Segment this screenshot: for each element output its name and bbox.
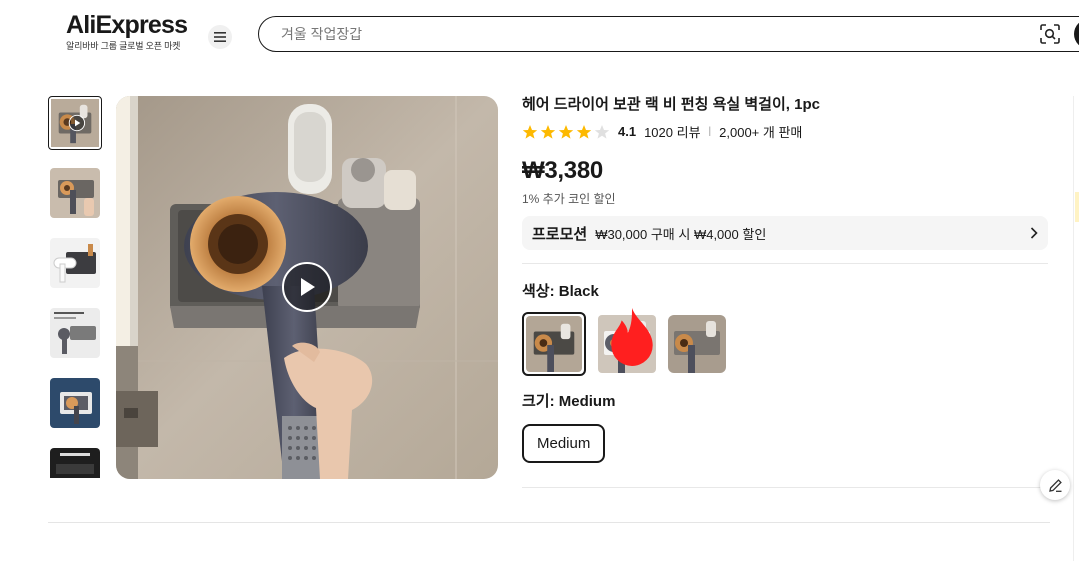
edit-button[interactable]	[1040, 470, 1070, 500]
color-label: 색상: Black	[522, 283, 599, 300]
color-swatches	[522, 308, 1048, 376]
thumbnail-6[interactable]	[50, 448, 100, 478]
product-price: ₩3,380	[522, 157, 603, 184]
divider	[522, 263, 1048, 264]
search-button[interactable]	[1074, 19, 1079, 49]
divider	[522, 487, 1048, 488]
color-swatch-gray[interactable]	[668, 315, 726, 373]
edit-icon	[1048, 478, 1062, 492]
thumbnail-3[interactable]	[50, 238, 100, 288]
thumbnail-video[interactable]	[48, 96, 102, 150]
thumbnail-image	[50, 448, 100, 478]
promotion-text: ₩30,000 구매 시 ₩4,000 할인	[595, 226, 767, 242]
thumbnail-image	[50, 238, 100, 288]
color-swatch-white[interactable]	[598, 308, 656, 373]
thumbnail-gallery	[48, 96, 102, 478]
rating-value: 4.1	[618, 124, 637, 139]
play-icon	[301, 278, 315, 296]
fire-icon	[611, 308, 653, 366]
size-label: 크기: Medium	[522, 393, 616, 410]
size-option-medium[interactable]: Medium	[522, 424, 606, 463]
star-icon	[522, 124, 538, 139]
thumbnail-image	[50, 308, 100, 358]
camera-search-icon[interactable]	[1040, 24, 1060, 44]
product-info: 헤어 드라이어 보관 랙 비 펀칭 욕실 벽걸이, 1pc 4.1 1020 리…	[522, 96, 1048, 488]
side-panel-edge	[1073, 96, 1079, 561]
thumbnail-image	[50, 168, 100, 218]
sold-count: 2,000+ 개 판매	[719, 125, 803, 140]
logo-subtitle: 알리바바 그룹 글로벌 오픈 마켓	[66, 41, 181, 51]
thumbnail-4[interactable]	[50, 308, 100, 358]
thumbnail-image	[51, 99, 99, 147]
star-icon	[558, 124, 574, 139]
thumbnail-2[interactable]	[50, 168, 100, 218]
menu-icon	[214, 32, 226, 42]
promotion-label: 프로모션	[532, 225, 588, 243]
star-icon	[576, 124, 592, 139]
coin-discount: 1% 추가 코인 할인	[522, 192, 616, 206]
thumbnail-5[interactable]	[50, 378, 100, 428]
rating-row: 4.1 1020 리뷰 | 2,000+ 개 판매	[522, 122, 1048, 141]
color-swatch-black[interactable]	[522, 312, 586, 376]
review-count[interactable]: 1020 리뷰	[644, 122, 700, 141]
swatch-image	[668, 315, 726, 373]
separator: |	[708, 126, 712, 137]
chevron-right-icon	[1030, 227, 1038, 239]
star-icon	[594, 124, 610, 139]
menu-button[interactable]	[208, 25, 232, 49]
swatch-image	[526, 316, 582, 372]
main-product-image[interactable]	[116, 96, 498, 479]
section-divider	[48, 522, 1050, 523]
logo-text: AliExpress	[66, 11, 188, 39]
star-icon	[540, 124, 556, 139]
product-title: 헤어 드라이어 보관 랙 비 펀칭 욕실 벽걸이, 1pc	[522, 96, 820, 113]
aliexpress-logo[interactable]: AliExpress 알리바바 그룹 글로벌 오픈 마켓	[66, 12, 190, 52]
play-video-button[interactable]	[282, 262, 332, 312]
search-bar[interactable]	[258, 16, 1079, 52]
rating-stars[interactable]	[522, 124, 610, 140]
search-input[interactable]	[281, 24, 981, 44]
size-options: Medium	[522, 424, 1048, 463]
thumbnail-image	[50, 378, 100, 428]
promotion-banner[interactable]: 프로모션 ₩30,000 구매 시 ₩4,000 할인	[522, 216, 1048, 250]
